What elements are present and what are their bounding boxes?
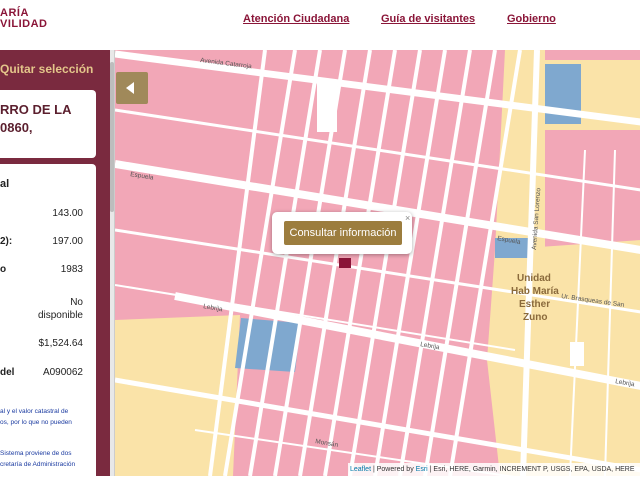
map-popup: × Consultar información — [272, 212, 412, 254]
detail-label-3: o — [0, 264, 7, 275]
nav-link-gobierno[interactable]: Gobierno — [507, 13, 556, 25]
property-title-card: RRO DE LA 0860, — [0, 90, 96, 158]
note-1-line-1: al y el valor catastral de — [0, 408, 69, 415]
clear-selection-button[interactable]: Quitar selección — [0, 62, 93, 76]
selected-parcel — [339, 258, 351, 268]
area-label-line-1: Unidad — [517, 273, 551, 284]
property-title-line-2: 0860, — [0, 120, 33, 135]
property-title-line-1: RRO DE LA — [0, 102, 72, 117]
detail-value-4a: No — [70, 297, 83, 308]
area-label-line-2: Hab María — [511, 286, 559, 297]
detail-label-6: del — [0, 367, 15, 378]
note-1-line-2: os, por lo que no pueden — [0, 419, 72, 426]
detail-value-3: 1983 — [60, 264, 83, 275]
nav-link-guia-visitantes[interactable]: Guía de visitantes — [381, 13, 475, 25]
collapse-panel-button[interactable] — [116, 72, 148, 104]
detail-value-2: 197.00 — [52, 236, 83, 247]
map-view[interactable]: Avenida Catarroja Espuela Lebrija Espuel… — [114, 50, 640, 476]
detail-label-2: 2): — [0, 236, 13, 247]
detail-value-4b: disponible — [37, 310, 83, 321]
popup-close-icon[interactable]: × — [405, 213, 410, 223]
attribution-separator: | Powered by — [371, 466, 416, 473]
chevron-left-icon — [126, 82, 134, 94]
map-attribution: Leaflet | Powered by Esri | Esri, HERE, … — [348, 463, 640, 476]
property-details-panel: al 143.00 2): 197.00 o 1983 No disponibl… — [0, 164, 96, 480]
consultar-informacion-button[interactable]: Consultar información — [284, 221, 402, 245]
top-header: ARÍA VILIDAD Atención Ciudadana Guía de … — [0, 0, 640, 50]
attribution-sources: | Esri, HERE, Garmin, INCREMENT P, USGS,… — [427, 466, 635, 473]
note-2-line-2: cretaría de Administración — [0, 461, 76, 468]
note-2-line-1: Sistema proviene de dos — [0, 450, 72, 457]
info-sidebar: Quitar selección RRO DE LA 0860, al 143.… — [0, 50, 110, 480]
bottom-strip — [0, 476, 640, 480]
detail-value-5: $1,524.64 — [38, 338, 84, 349]
nav-link-atencion-ciudadana[interactable]: Atención Ciudadana — [243, 13, 349, 25]
logo[interactable]: ARÍA VILIDAD — [0, 8, 48, 30]
detail-value-6: A090062 — [42, 367, 83, 378]
map-canvas: Avenida Catarroja Espuela Lebrija Espuel… — [115, 50, 640, 476]
logo-line-2: VILIDAD — [0, 18, 48, 30]
area-label-line-4: Zuno — [523, 312, 547, 323]
clear-selection-label: Quitar selección — [0, 62, 94, 76]
leaflet-link[interactable]: Leaflet — [350, 466, 371, 473]
detail-value-1: 143.00 — [52, 208, 83, 219]
section-title: al — [0, 178, 10, 190]
esri-link[interactable]: Esri — [416, 466, 428, 473]
area-label-line-3: Esther — [519, 299, 550, 310]
